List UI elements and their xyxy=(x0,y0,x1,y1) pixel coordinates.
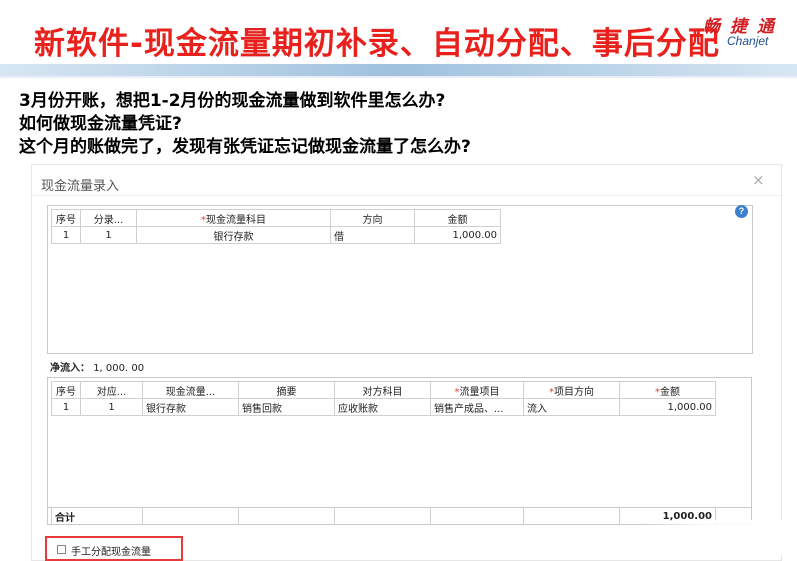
cell-counter-account[interactable]: 应收账款 xyxy=(334,398,431,416)
cash-account-table: 序号 分录... *现金流量科目 方向 金额 1 1 银行存款 借 1,000.… xyxy=(51,209,501,244)
cell-seq[interactable]: 1 xyxy=(51,226,81,244)
column-header-amount[interactable]: *金额 xyxy=(619,381,716,399)
help-icon[interactable]: ? xyxy=(735,205,748,218)
question-1: 3月份开账，想把1-2月份的现金流量做到软件里怎么办? xyxy=(19,91,446,111)
column-header-item-direction[interactable]: *项目方向 xyxy=(523,381,620,399)
cell-cash-flow-account[interactable]: 银行存款 xyxy=(142,398,239,416)
dialog-title-divider xyxy=(32,195,783,196)
dialog-title: 现金流量录入 xyxy=(41,179,120,194)
net-inflow-value: 1, 000. 00 xyxy=(93,363,145,374)
cell-direction[interactable]: 借 xyxy=(330,226,415,244)
column-header-counter-account[interactable]: 对方科目 xyxy=(334,381,431,399)
total-empty-cell xyxy=(430,508,524,524)
table-header-row: 序号 分录... *现金流量科目 方向 金额 xyxy=(51,209,501,227)
column-header-amount[interactable]: 金额 xyxy=(414,209,501,227)
table-header-row: 序号 对应... 现金流量... 摘要 对方科目 *流量项目 *项目方向 *金额 xyxy=(51,381,716,399)
total-table: 合计 1,000.00 xyxy=(51,508,716,524)
cell-amount[interactable]: 1,000.00 xyxy=(414,226,501,244)
net-inflow: 净流入： 1, 000. 00 xyxy=(50,359,144,374)
cell-flow-item[interactable]: 销售产成品、... xyxy=(430,398,524,416)
cell-corresponding[interactable]: 1 xyxy=(80,398,143,416)
total-empty-cell xyxy=(142,508,239,524)
close-icon[interactable]: × xyxy=(752,171,765,189)
manual-allocation-highlight: 手工分配现金流量 xyxy=(45,536,183,561)
cash-flow-entry-dialog: 现金流量录入 × 序号 分录... *现金流量科目 方向 金额 1 1 银行存款… xyxy=(31,164,783,561)
column-header-direction[interactable]: 方向 xyxy=(330,209,415,227)
table-row: 合计 1,000.00 xyxy=(51,508,716,524)
chanjet-logo: 畅 捷 通 Chanjet xyxy=(703,12,789,52)
net-inflow-label: 净流入： xyxy=(50,363,90,374)
cash-flow-item-grid: 序号 对应... 现金流量... 摘要 对方科目 *流量项目 *项目方向 *金额… xyxy=(47,377,752,524)
cash-account-grid: 序号 分录... *现金流量科目 方向 金额 1 1 银行存款 借 1,000.… xyxy=(47,205,753,354)
column-header-cash-account[interactable]: *现金流量科目 xyxy=(136,209,331,227)
header-divider xyxy=(0,76,797,78)
cell-amount[interactable]: 1,000.00 xyxy=(619,398,716,416)
column-header-cash-flow-account[interactable]: 现金流量... xyxy=(142,381,239,399)
total-label: 合计 xyxy=(51,508,143,524)
manual-allocation-label[interactable]: 手工分配现金流量 xyxy=(71,543,151,558)
watermark-fade xyxy=(640,520,790,555)
question-list: 3月份开账，想把1-2月份的现金流量做到软件里怎么办? 如何做现金流量凭证? 这… xyxy=(19,90,471,159)
cash-flow-item-table: 序号 对应... 现金流量... 摘要 对方科目 *流量项目 *项目方向 *金额… xyxy=(51,381,716,416)
column-header-summary[interactable]: 摘要 xyxy=(238,381,335,399)
logo-english-text: Chanjet xyxy=(727,34,769,48)
cell-seq[interactable]: 1 xyxy=(51,398,81,416)
cell-item-direction[interactable]: 流入 xyxy=(523,398,620,416)
total-empty-cell xyxy=(238,508,335,524)
total-empty-cell xyxy=(523,508,620,524)
column-header-seq[interactable]: 序号 xyxy=(51,381,81,399)
total-empty-cell xyxy=(334,508,431,524)
column-header-entry[interactable]: 分录... xyxy=(80,209,137,227)
column-header-flow-item[interactable]: *流量项目 xyxy=(430,381,524,399)
header-band xyxy=(0,64,797,76)
table-row[interactable]: 1 1 银行存款 借 1,000.00 xyxy=(51,226,501,244)
table-row[interactable]: 1 1 银行存款 销售回款 应收账款 销售产成品、... 流入 1,000.00 xyxy=(51,398,716,416)
manual-allocation-checkbox[interactable] xyxy=(57,545,66,554)
question-3: 这个月的账做完了，发现有张凭证忘记做现金流量了怎么办? xyxy=(19,137,471,157)
column-header-corresponding[interactable]: 对应... xyxy=(80,381,143,399)
column-header-seq[interactable]: 序号 xyxy=(51,209,81,227)
cell-summary[interactable]: 销售回款 xyxy=(238,398,335,416)
cell-entry[interactable]: 1 xyxy=(80,226,137,244)
question-2: 如何做现金流量凭证? xyxy=(19,114,182,134)
slide-title: 新软件-现金流量期初补录、自动分配、事后分配 xyxy=(34,26,720,62)
cell-cash-account[interactable]: 银行存款 xyxy=(136,226,331,244)
